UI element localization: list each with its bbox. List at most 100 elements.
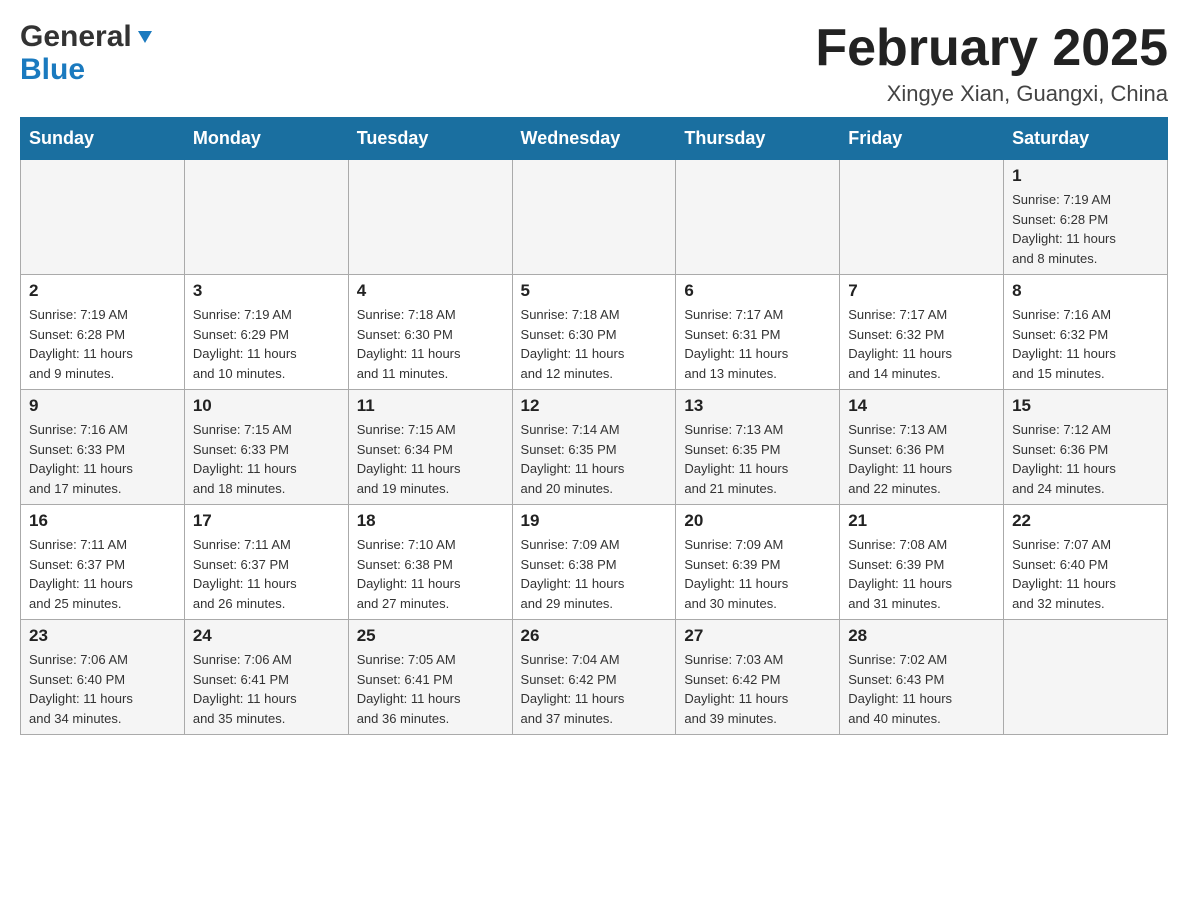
day-number: 16 bbox=[29, 511, 176, 531]
calendar-day-cell: 21 Sunrise: 7:08 AMSunset: 6:39 PMDayligh… bbox=[840, 505, 1004, 620]
day-number: 5 bbox=[521, 281, 668, 301]
day-number: 25 bbox=[357, 626, 504, 646]
day-info: Sunrise: 7:18 AMSunset: 6:30 PMDaylight:… bbox=[521, 305, 668, 383]
day-number: 10 bbox=[193, 396, 340, 416]
day-number: 22 bbox=[1012, 511, 1159, 531]
calendar-day-cell: 22 Sunrise: 7:07 AMSunset: 6:40 PMDayligh… bbox=[1004, 505, 1168, 620]
day-info: Sunrise: 7:17 AMSunset: 6:32 PMDaylight:… bbox=[848, 305, 995, 383]
day-info: Sunrise: 7:13 AMSunset: 6:35 PMDaylight:… bbox=[684, 420, 831, 498]
day-info: Sunrise: 7:04 AMSunset: 6:42 PMDaylight:… bbox=[521, 650, 668, 728]
month-title: February 2025 bbox=[815, 20, 1168, 77]
logo: General Blue bbox=[20, 20, 156, 86]
day-info: Sunrise: 7:07 AMSunset: 6:40 PMDaylight:… bbox=[1012, 535, 1159, 613]
day-info: Sunrise: 7:11 AMSunset: 6:37 PMDaylight:… bbox=[29, 535, 176, 613]
calendar-header-wednesday: Wednesday bbox=[512, 118, 676, 160]
day-number: 18 bbox=[357, 511, 504, 531]
calendar-day-cell: 6 Sunrise: 7:17 AMSunset: 6:31 PMDaylight… bbox=[676, 275, 840, 390]
day-info: Sunrise: 7:19 AMSunset: 6:28 PMDaylight:… bbox=[29, 305, 176, 383]
day-info: Sunrise: 7:03 AMSunset: 6:42 PMDaylight:… bbox=[684, 650, 831, 728]
calendar-day-cell: 2 Sunrise: 7:19 AMSunset: 6:28 PMDaylight… bbox=[21, 275, 185, 390]
day-info: Sunrise: 7:12 AMSunset: 6:36 PMDaylight:… bbox=[1012, 420, 1159, 498]
calendar-header-monday: Monday bbox=[184, 118, 348, 160]
page-header: General Blue February 2025 Xingye Xian, … bbox=[20, 20, 1168, 107]
location-title: Xingye Xian, Guangxi, China bbox=[815, 81, 1168, 107]
day-number: 4 bbox=[357, 281, 504, 301]
calendar-week-row: 23Sunrise: 7:06 AMSunset: 6:40 PMDayligh… bbox=[21, 620, 1168, 735]
day-number: 8 bbox=[1012, 281, 1159, 301]
calendar-day-cell: 11 Sunrise: 7:15 AMSunset: 6:34 PMDayligh… bbox=[348, 390, 512, 505]
day-number: 15 bbox=[1012, 396, 1159, 416]
day-info: Sunrise: 7:10 AMSunset: 6:38 PMDaylight:… bbox=[357, 535, 504, 613]
day-info: Sunrise: 7:14 AMSunset: 6:35 PMDaylight:… bbox=[521, 420, 668, 498]
day-number: 19 bbox=[521, 511, 668, 531]
calendar-day-cell: 23Sunrise: 7:06 AMSunset: 6:40 PMDayligh… bbox=[21, 620, 185, 735]
day-info: Sunrise: 7:19 AMSunset: 6:28 PMDaylight:… bbox=[1012, 190, 1159, 268]
calendar-day-cell: 20 Sunrise: 7:09 AMSunset: 6:39 PMDayligh… bbox=[676, 505, 840, 620]
day-info: Sunrise: 7:02 AMSunset: 6:43 PMDaylight:… bbox=[848, 650, 995, 728]
calendar-day-cell: 15 Sunrise: 7:12 AMSunset: 6:36 PMDayligh… bbox=[1004, 390, 1168, 505]
calendar-day-cell: 9 Sunrise: 7:16 AMSunset: 6:33 PMDaylight… bbox=[21, 390, 185, 505]
calendar-day-cell bbox=[184, 160, 348, 275]
calendar-week-row: 2 Sunrise: 7:19 AMSunset: 6:28 PMDaylight… bbox=[21, 275, 1168, 390]
day-info: Sunrise: 7:15 AMSunset: 6:33 PMDaylight:… bbox=[193, 420, 340, 498]
calendar-day-cell: 8 Sunrise: 7:16 AMSunset: 6:32 PMDaylight… bbox=[1004, 275, 1168, 390]
day-number: 2 bbox=[29, 281, 176, 301]
day-number: 3 bbox=[193, 281, 340, 301]
calendar-day-cell: 7 Sunrise: 7:17 AMSunset: 6:32 PMDaylight… bbox=[840, 275, 1004, 390]
calendar-week-row: 9 Sunrise: 7:16 AMSunset: 6:33 PMDaylight… bbox=[21, 390, 1168, 505]
day-number: 1 bbox=[1012, 166, 1159, 186]
calendar-day-cell: 14 Sunrise: 7:13 AMSunset: 6:36 PMDayligh… bbox=[840, 390, 1004, 505]
day-number: 9 bbox=[29, 396, 176, 416]
day-info: Sunrise: 7:06 AMSunset: 6:41 PMDaylight:… bbox=[193, 650, 340, 728]
day-number: 13 bbox=[684, 396, 831, 416]
day-number: 6 bbox=[684, 281, 831, 301]
day-number: 21 bbox=[848, 511, 995, 531]
calendar-header-thursday: Thursday bbox=[676, 118, 840, 160]
calendar-day-cell: 5 Sunrise: 7:18 AMSunset: 6:30 PMDaylight… bbox=[512, 275, 676, 390]
calendar-day-cell: 26Sunrise: 7:04 AMSunset: 6:42 PMDayligh… bbox=[512, 620, 676, 735]
calendar-day-cell bbox=[676, 160, 840, 275]
calendar-day-cell: 28Sunrise: 7:02 AMSunset: 6:43 PMDayligh… bbox=[840, 620, 1004, 735]
day-info: Sunrise: 7:15 AMSunset: 6:34 PMDaylight:… bbox=[357, 420, 504, 498]
day-info: Sunrise: 7:17 AMSunset: 6:31 PMDaylight:… bbox=[684, 305, 831, 383]
day-number: 17 bbox=[193, 511, 340, 531]
calendar-day-cell: 16 Sunrise: 7:11 AMSunset: 6:37 PMDayligh… bbox=[21, 505, 185, 620]
logo-arrow-icon bbox=[134, 25, 156, 47]
day-info: Sunrise: 7:09 AMSunset: 6:39 PMDaylight:… bbox=[684, 535, 831, 613]
logo-general-text: General bbox=[20, 20, 132, 53]
calendar-day-cell: 4 Sunrise: 7:18 AMSunset: 6:30 PMDaylight… bbox=[348, 275, 512, 390]
calendar-header-tuesday: Tuesday bbox=[348, 118, 512, 160]
day-number: 20 bbox=[684, 511, 831, 531]
calendar-day-cell bbox=[840, 160, 1004, 275]
calendar-day-cell: 1 Sunrise: 7:19 AMSunset: 6:28 PMDaylight… bbox=[1004, 160, 1168, 275]
calendar-day-cell bbox=[512, 160, 676, 275]
calendar-table: SundayMondayTuesdayWednesdayThursdayFrid… bbox=[20, 117, 1168, 735]
calendar-day-cell: 27 Sunrise: 7:03 AMSunset: 6:42 PMDayligh… bbox=[676, 620, 840, 735]
day-number: 11 bbox=[357, 396, 504, 416]
calendar-day-cell: 13 Sunrise: 7:13 AMSunset: 6:35 PMDayligh… bbox=[676, 390, 840, 505]
calendar-header-row: SundayMondayTuesdayWednesdayThursdayFrid… bbox=[21, 118, 1168, 160]
calendar-day-cell bbox=[348, 160, 512, 275]
day-info: Sunrise: 7:05 AMSunset: 6:41 PMDaylight:… bbox=[357, 650, 504, 728]
day-info: Sunrise: 7:16 AMSunset: 6:32 PMDaylight:… bbox=[1012, 305, 1159, 383]
day-number: 14 bbox=[848, 396, 995, 416]
day-number: 23 bbox=[29, 626, 176, 646]
calendar-day-cell: 18 Sunrise: 7:10 AMSunset: 6:38 PMDayligh… bbox=[348, 505, 512, 620]
calendar-week-row: 1 Sunrise: 7:19 AMSunset: 6:28 PMDaylight… bbox=[21, 160, 1168, 275]
day-info: Sunrise: 7:13 AMSunset: 6:36 PMDaylight:… bbox=[848, 420, 995, 498]
calendar-day-cell: 12Sunrise: 7:14 AMSunset: 6:35 PMDayligh… bbox=[512, 390, 676, 505]
calendar-day-cell: 3Sunrise: 7:19 AMSunset: 6:29 PMDaylight… bbox=[184, 275, 348, 390]
day-info: Sunrise: 7:18 AMSunset: 6:30 PMDaylight:… bbox=[357, 305, 504, 383]
day-number: 24 bbox=[193, 626, 340, 646]
logo-blue-text: Blue bbox=[20, 53, 85, 86]
day-number: 7 bbox=[848, 281, 995, 301]
day-number: 27 bbox=[684, 626, 831, 646]
title-block: February 2025 Xingye Xian, Guangxi, Chin… bbox=[815, 20, 1168, 107]
calendar-day-cell: 25 Sunrise: 7:05 AMSunset: 6:41 PMDayligh… bbox=[348, 620, 512, 735]
day-info: Sunrise: 7:16 AMSunset: 6:33 PMDaylight:… bbox=[29, 420, 176, 498]
calendar-day-cell: 19Sunrise: 7:09 AMSunset: 6:38 PMDayligh… bbox=[512, 505, 676, 620]
calendar-day-cell: 24 Sunrise: 7:06 AMSunset: 6:41 PMDayligh… bbox=[184, 620, 348, 735]
calendar-day-cell: 17Sunrise: 7:11 AMSunset: 6:37 PMDayligh… bbox=[184, 505, 348, 620]
calendar-day-cell: 10 Sunrise: 7:15 AMSunset: 6:33 PMDayligh… bbox=[184, 390, 348, 505]
day-info: Sunrise: 7:08 AMSunset: 6:39 PMDaylight:… bbox=[848, 535, 995, 613]
